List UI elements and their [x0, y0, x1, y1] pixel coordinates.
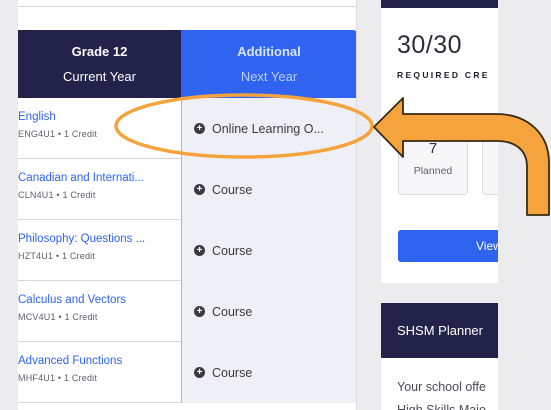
credits-summary-card: 30/30 REQUIRED CRE 7 Planned View [381, 0, 498, 283]
plus-circle-icon: + [194, 123, 205, 134]
slot-label: Course [212, 365, 253, 380]
course-name-link[interactable]: Canadian and Internati... [18, 172, 168, 184]
course-name-link[interactable]: Philosophy: Questions ... [18, 233, 168, 245]
plus-circle-icon: + [194, 184, 205, 195]
card-top-bar [381, 0, 498, 8]
top-strip [18, 0, 356, 7]
current-year-label: Current Year [63, 68, 136, 84]
course-cell[interactable]: Canadian and Internati... CLN4U1 • 1 Cre… [18, 159, 181, 220]
add-course-slot[interactable]: + Course [181, 159, 356, 220]
course-cell[interactable]: Advanced Functions MHF4U1 • 1 Credit [18, 342, 181, 403]
next-year-label: Next Year [240, 68, 298, 84]
slot-label: Course [212, 304, 253, 319]
course-row: Canadian and Internati... CLN4U1 • 1 Cre… [18, 159, 356, 220]
course-code-credit: CLN4U1 • 1 Credit [18, 190, 96, 200]
shsm-title: SHSM Planner [381, 303, 498, 358]
shsm-line-2: High Skills Majo [397, 403, 486, 410]
grade-title: Grade 12 [71, 43, 128, 59]
add-course-slot[interactable]: + Course [181, 220, 356, 281]
course-row: English ENG4U1 • 1 Credit + Online Learn… [18, 98, 356, 159]
shsm-description: Your school offe High Skills Majo [397, 376, 486, 410]
additional-title: Additional [237, 43, 301, 59]
course-code-credit: MHF4U1 • 1 Credit [18, 373, 98, 383]
course-name-link[interactable]: Calculus and Vectors [18, 294, 168, 306]
secondary-stat [482, 131, 498, 195]
course-cell[interactable]: English ENG4U1 • 1 Credit [18, 98, 181, 159]
view-button[interactable]: View [398, 230, 498, 262]
add-course-slot[interactable]: + Course [181, 342, 356, 403]
course-cell[interactable]: Calculus and Vectors MCV4U1 • 1 Credit [18, 281, 181, 342]
credits-ratio: 30/30 [397, 31, 463, 59]
course-row: Philosophy: Questions ... HZT4U1 • 1 Cre… [18, 220, 356, 281]
shsm-planner-card: SHSM Planner Your school offe High Skill… [381, 303, 498, 410]
course-row: Calculus and Vectors MCV4U1 • 1 Credit +… [18, 281, 356, 342]
plus-circle-icon: + [194, 367, 205, 378]
course-row: Advanced Functions MHF4U1 • 1 Credit + C… [18, 342, 356, 403]
slot-label: Course [212, 243, 253, 258]
next-year-header: Additional Next Year [181, 30, 356, 98]
course-code-credit: MCV4U1 • 1 Credit [18, 312, 98, 322]
slot-label: Course [212, 182, 253, 197]
add-course-slot[interactable]: + Course [181, 281, 356, 342]
slot-label: Online Learning O... [212, 121, 324, 136]
course-name-link[interactable]: English [18, 111, 168, 123]
course-planner-panel: Grade 12 Current Year Additional Next Ye… [18, 0, 357, 410]
course-name-link[interactable]: Advanced Functions [18, 355, 168, 367]
course-code-credit: ENG4U1 • 1 Credit [18, 129, 98, 139]
add-course-slot[interactable]: + Online Learning O... [181, 98, 356, 159]
course-rows: English ENG4U1 • 1 Credit + Online Learn… [18, 98, 356, 403]
shsm-line-1: Your school offe [397, 380, 486, 394]
required-credits-label: REQUIRED CRE [397, 70, 490, 80]
planned-count: 7 [428, 140, 438, 157]
planned-label: Planned [413, 165, 453, 177]
course-code-credit: HZT4U1 • 1 Credit [18, 251, 96, 261]
plus-circle-icon: + [194, 306, 205, 317]
planned-stat: 7 Planned [398, 131, 468, 195]
course-cell[interactable]: Philosophy: Questions ... HZT4U1 • 1 Cre… [18, 220, 181, 281]
current-year-header: Grade 12 Current Year [18, 30, 181, 98]
plus-circle-icon: + [194, 245, 205, 256]
